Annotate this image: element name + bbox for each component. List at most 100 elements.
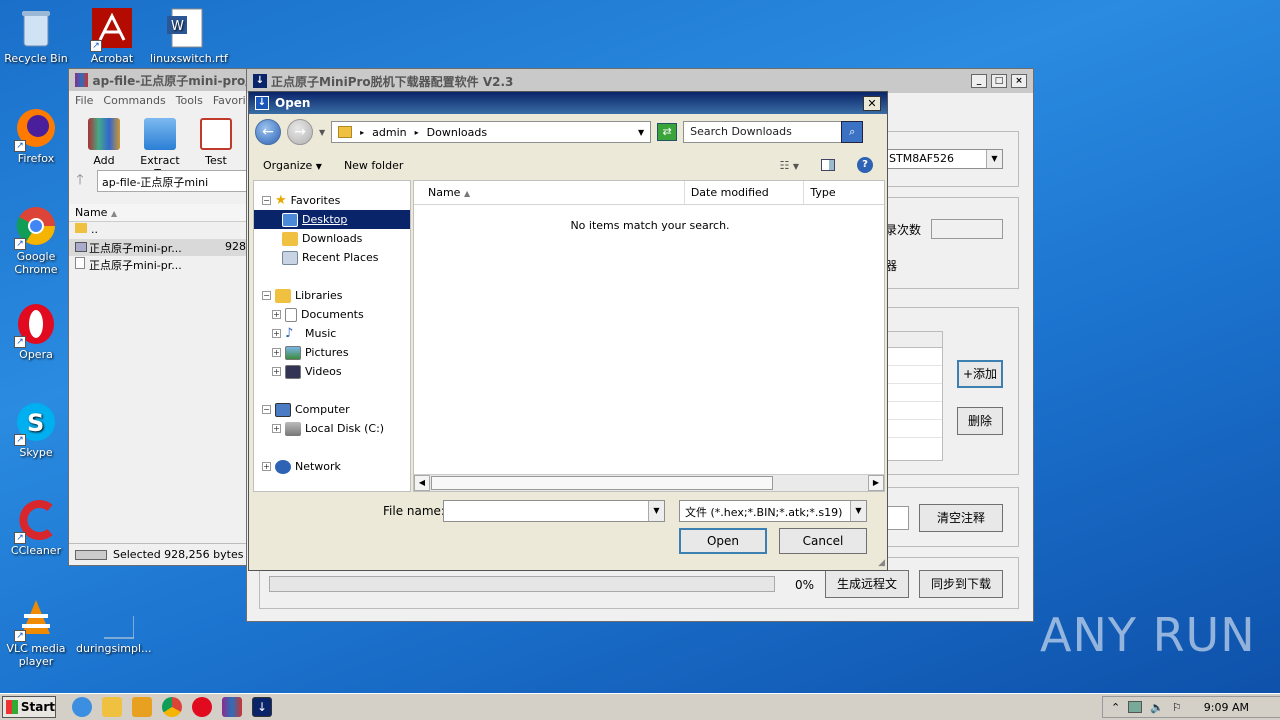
- nav-videos[interactable]: + Videos: [254, 362, 410, 381]
- media-player-icon[interactable]: [132, 697, 152, 717]
- config-tool-taskbar-icon[interactable]: ↓: [252, 697, 272, 717]
- nav-local-disk[interactable]: + Local Disk (C:): [254, 419, 410, 438]
- organize-button[interactable]: Organize ▼: [263, 159, 322, 172]
- forward-arrow-icon[interactable]: →: [287, 119, 313, 145]
- chrome-taskbar-icon[interactable]: [162, 697, 182, 717]
- winrar-window[interactable]: ap-file-正点原子mini-pro脱 File Commands Tool…: [68, 68, 258, 566]
- flag-icon[interactable]: ⚐: [1172, 701, 1182, 714]
- count-input[interactable]: [931, 219, 1003, 239]
- winrar-titlebar[interactable]: ap-file-正点原子mini-pro脱: [69, 69, 257, 91]
- view-options-icon[interactable]: ☷ ▼: [779, 159, 799, 172]
- action-center-icon[interactable]: [1128, 701, 1143, 713]
- recent-dropdown-icon[interactable]: ▼: [319, 128, 325, 137]
- nav-computer[interactable]: − Computer: [254, 400, 410, 419]
- column-name[interactable]: Name ▲: [414, 181, 685, 204]
- desktop-icon-skype[interactable]: S ↗ Skype: [0, 400, 72, 459]
- winrar-address-bar[interactable]: ap-file-正点原子mini: [97, 170, 251, 192]
- address-dropdown-icon[interactable]: ▼: [638, 128, 644, 137]
- file-list-table[interactable]: [885, 331, 943, 461]
- back-arrow-icon[interactable]: ←: [255, 119, 281, 145]
- expand-icon[interactable]: +: [262, 462, 271, 471]
- up-arrow-icon[interactable]: 🡑: [69, 169, 91, 193]
- scroll-left-icon[interactable]: ◀: [414, 475, 430, 491]
- file-list-pane[interactable]: Name ▲ Date modified Type No items match…: [413, 180, 885, 492]
- list-item[interactable]: 正点原子mini-pr...: [69, 256, 257, 273]
- menu-file[interactable]: File: [75, 94, 93, 107]
- open-file-dialog[interactable]: ↓ Open ✕ ← → ▼ ▸ admin ▸ Downloads ▼ ⇄ S…: [248, 91, 888, 571]
- nav-documents[interactable]: + Documents: [254, 305, 410, 324]
- desktop-icon-firefox[interactable]: ↗ Firefox: [0, 106, 72, 165]
- breadcrumb-admin[interactable]: admin: [372, 126, 406, 139]
- preview-pane-icon[interactable]: [821, 159, 835, 171]
- collapse-icon[interactable]: −: [262, 196, 271, 205]
- collapse-icon[interactable]: −: [262, 291, 271, 300]
- file-explorer-icon[interactable]: [102, 697, 122, 717]
- nav-desktop[interactable]: Desktop: [254, 210, 410, 229]
- column-type[interactable]: Type: [804, 181, 884, 204]
- desktop-icon-ccleaner[interactable]: ↗ CCleaner: [0, 498, 72, 557]
- desktop-icon-opera[interactable]: ↗ Opera: [0, 302, 72, 361]
- column-date-modified[interactable]: Date modified: [685, 181, 805, 204]
- collapse-icon[interactable]: −: [262, 405, 271, 414]
- resize-grip-icon[interactable]: ◢: [878, 558, 885, 568]
- chevron-down-icon[interactable]: ▼: [850, 501, 866, 521]
- nav-music[interactable]: + ♪ Music: [254, 324, 410, 343]
- menu-commands[interactable]: Commands: [103, 94, 165, 107]
- cancel-button[interactable]: Cancel: [779, 528, 867, 554]
- scrollbar-thumb[interactable]: [431, 476, 773, 490]
- expand-icon[interactable]: +: [272, 348, 281, 357]
- config-titlebar[interactable]: ↓ 正点原子MiniPro脱机下载器配置软件 V2.3 _ □ ×: [247, 69, 1033, 93]
- desktop-icon-recycle-bin[interactable]: Recycle Bin: [0, 6, 72, 65]
- nav-libraries[interactable]: − Libraries: [254, 286, 410, 305]
- expand-icon[interactable]: +: [272, 310, 281, 319]
- desktop-icon-chrome[interactable]: ↗ Google Chrome: [0, 204, 72, 276]
- start-button[interactable]: Start: [2, 696, 56, 718]
- nav-recent-places[interactable]: Recent Places: [254, 248, 410, 267]
- desktop-icon-vlc[interactable]: ↗ VLC media player: [0, 596, 72, 668]
- expand-icon[interactable]: +: [272, 329, 281, 338]
- chevron-down-icon[interactable]: ▼: [648, 501, 664, 521]
- nav-favorites[interactable]: − ★ Favorites: [254, 191, 410, 210]
- help-icon[interactable]: ?: [857, 157, 873, 173]
- expand-icon[interactable]: +: [272, 367, 281, 376]
- open-button[interactable]: Open: [679, 528, 767, 554]
- refresh-icon[interactable]: ⇄: [657, 123, 678, 141]
- chip-select[interactable]: STM8AF526 ▼: [885, 149, 1003, 169]
- dialog-titlebar[interactable]: ↓ Open ✕: [249, 92, 887, 114]
- show-hidden-icons[interactable]: ⌃: [1111, 701, 1120, 714]
- winrar-taskbar-icon[interactable]: [222, 697, 242, 717]
- menu-tools[interactable]: Tools: [176, 94, 203, 107]
- close-button[interactable]: ×: [1011, 74, 1027, 88]
- column-name[interactable]: Name: [75, 206, 107, 219]
- delete-file-button[interactable]: 删除: [957, 407, 1003, 435]
- navigation-pane[interactable]: − ★ Favorites Desktop Downloads Recent P…: [253, 180, 411, 492]
- clock[interactable]: 9:09 AM: [1204, 701, 1249, 714]
- dialog-close-button[interactable]: ✕: [863, 95, 881, 111]
- search-icon[interactable]: ⌕: [841, 121, 864, 143]
- generate-remote-file-button[interactable]: 生成远程文: [825, 570, 909, 598]
- horizontal-scrollbar[interactable]: ◀ ▶: [414, 474, 884, 491]
- search-input[interactable]: Search Downloads ⌕: [683, 121, 864, 143]
- sync-download-button[interactable]: 同步到下载: [919, 570, 1003, 598]
- maximize-button[interactable]: □: [991, 74, 1007, 88]
- test-button[interactable]: Test: [191, 118, 241, 167]
- expand-icon[interactable]: +: [272, 424, 281, 433]
- opera-taskbar-icon[interactable]: [192, 697, 212, 717]
- add-button[interactable]: Add: [79, 118, 129, 167]
- address-bar[interactable]: ▸ admin ▸ Downloads ▼: [331, 121, 652, 143]
- scroll-right-icon[interactable]: ▶: [868, 475, 884, 491]
- new-folder-button[interactable]: New folder: [344, 159, 403, 172]
- list-item[interactable]: ..: [69, 222, 257, 239]
- nav-downloads[interactable]: Downloads: [254, 229, 410, 248]
- internet-explorer-icon[interactable]: [72, 697, 92, 717]
- desktop-icon-duringsimpl[interactable]: duringsimpl...: [76, 596, 152, 655]
- nav-pictures[interactable]: + Pictures: [254, 343, 410, 362]
- breadcrumb-downloads[interactable]: Downloads: [427, 126, 487, 139]
- volume-icon[interactable]: 🔈: [1150, 701, 1164, 714]
- clear-comments-button[interactable]: 清空注释: [919, 504, 1003, 532]
- extract-to-button[interactable]: Extract To: [135, 118, 185, 180]
- minimize-button[interactable]: _: [971, 74, 987, 88]
- desktop-icon-rtf[interactable]: W linuxswitch.rtf: [150, 6, 228, 65]
- list-item[interactable]: 正点原子mini-pr... 928: [69, 239, 257, 256]
- desktop-icon-acrobat[interactable]: ↗ Acrobat: [76, 6, 148, 65]
